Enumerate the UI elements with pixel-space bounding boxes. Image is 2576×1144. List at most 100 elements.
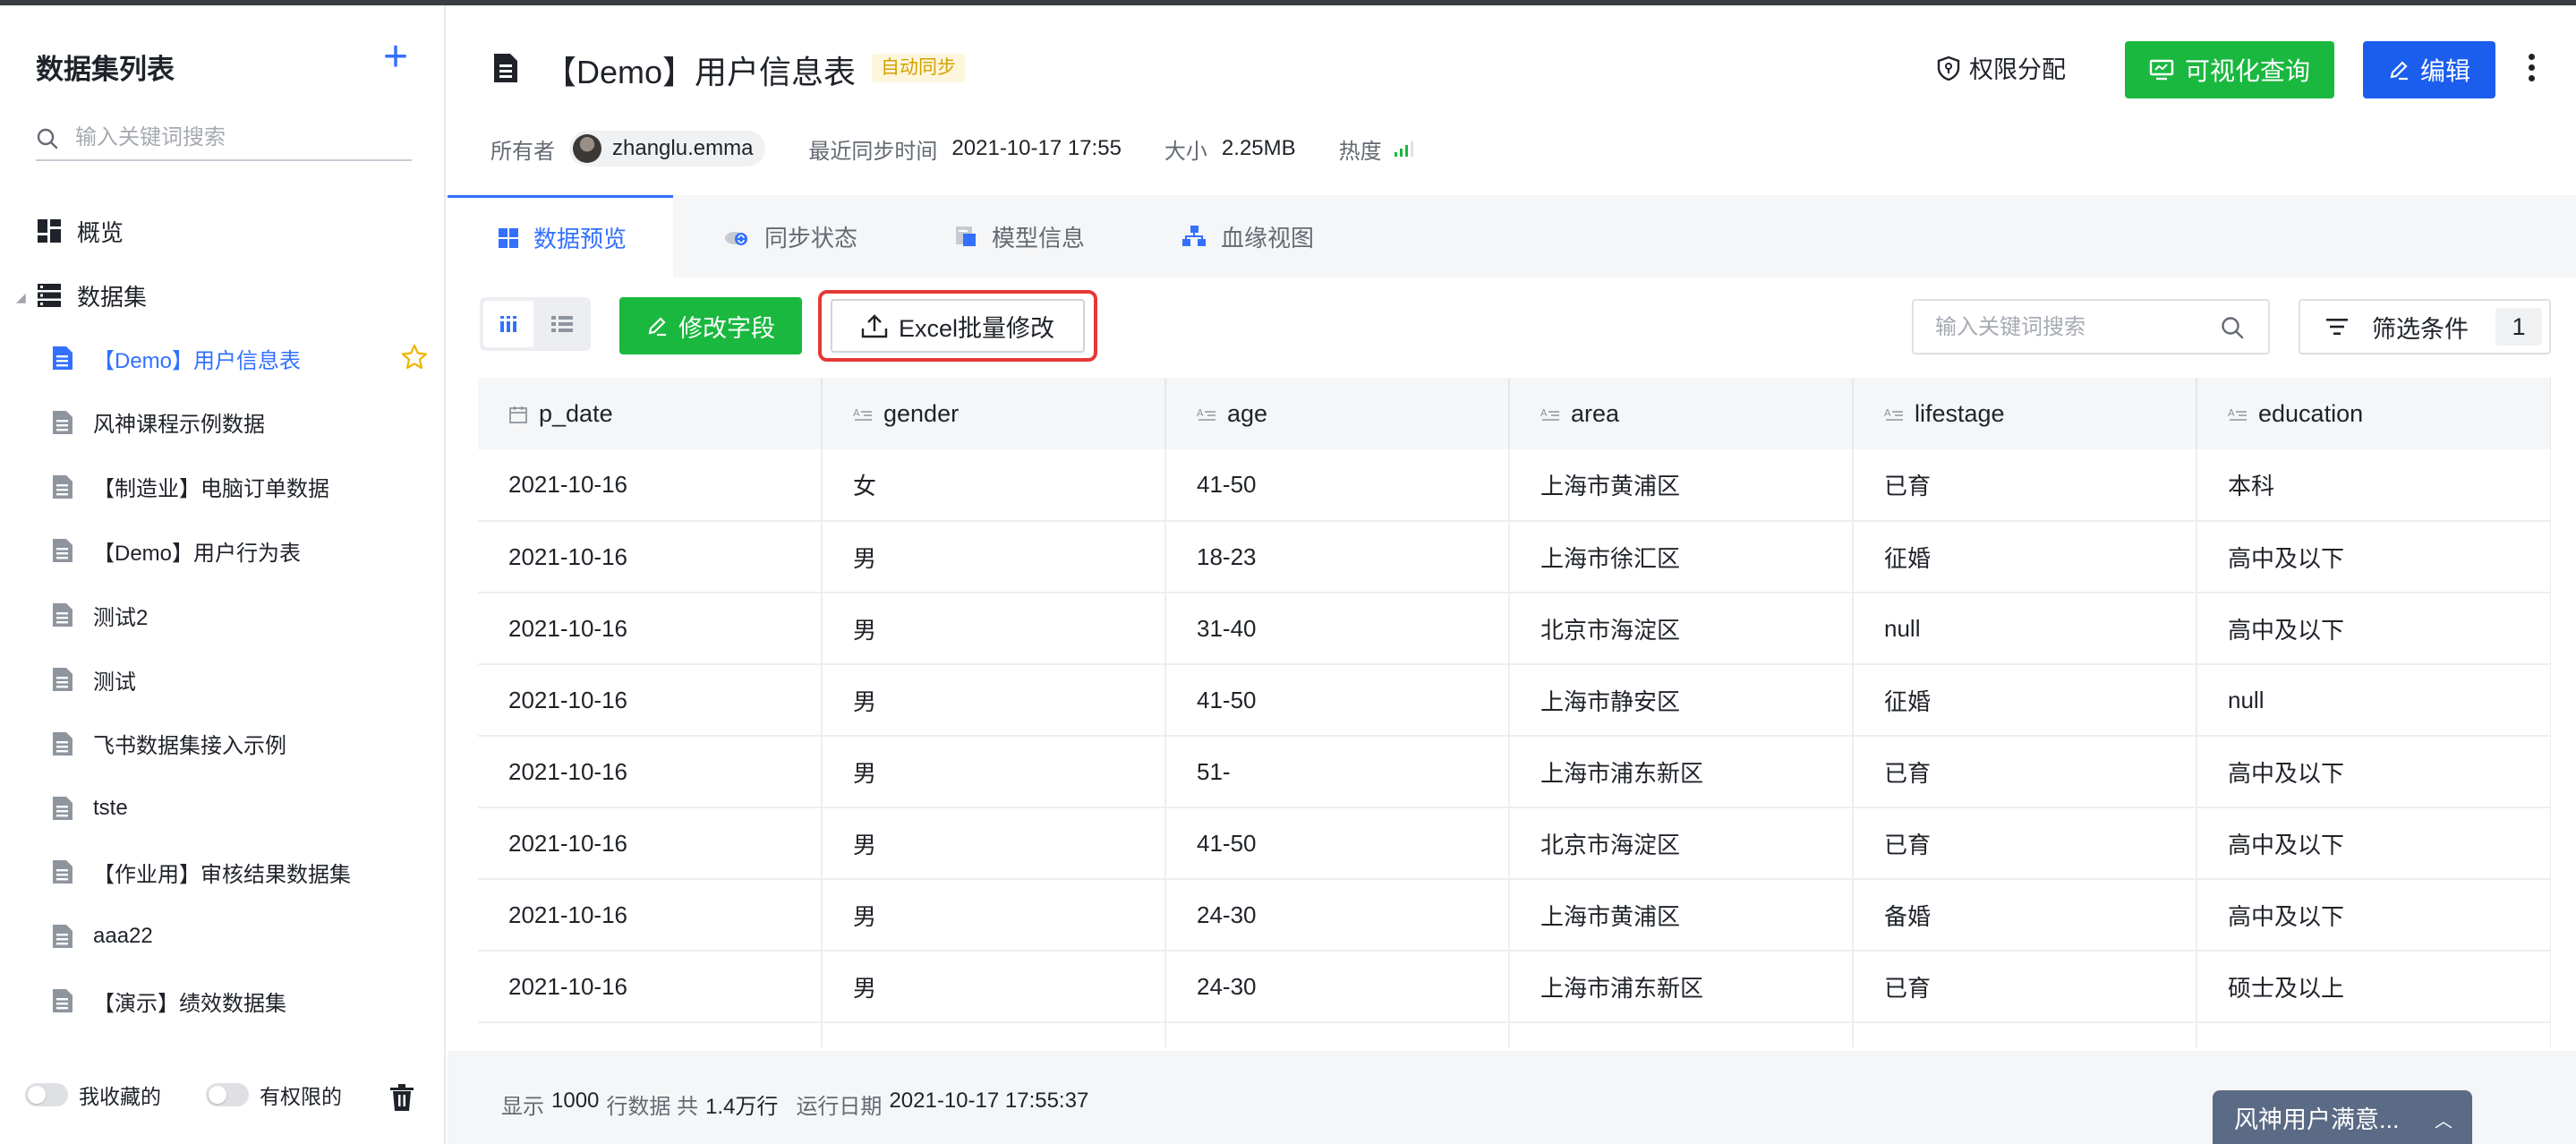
dataset-list-item[interactable]: 测试2 (52, 595, 428, 635)
text-type-icon: A (1197, 407, 1215, 422)
run-date: 2021-10-17 17:55:37 (889, 1089, 1089, 1113)
dataset-list-item[interactable]: 测试 (52, 660, 428, 699)
meta-row: 所有者 zhanglu.emma 最近同步时间 2021-10-17 17:55… (490, 131, 1416, 166)
table-cell: 备婚 (1853, 879, 2197, 952)
tab-lineage[interactable]: 血缘视图 (1131, 195, 1361, 277)
table-cell: 已育 (1853, 1022, 2197, 1047)
dataset-list-item[interactable]: 【Demo】用户信息表 (52, 338, 428, 378)
edit-fields-button[interactable]: 修改字段 (619, 297, 802, 354)
search-icon[interactable] (2220, 315, 2245, 340)
model-icon (954, 225, 977, 248)
collapse-caret-icon[interactable]: ◢ (16, 290, 26, 305)
lineage-icon (1181, 225, 1207, 248)
show-label: 显示 (501, 1095, 544, 1119)
dataset-list-item[interactable]: 【作业用】审核结果数据集 (52, 852, 428, 892)
excel-bulk-edit-button[interactable]: Excel批量修改 (831, 299, 1085, 353)
nav-datasets[interactable]: 数据集 (36, 276, 147, 315)
table-cell: 高中及以下 (2196, 736, 2551, 808)
table-cell: 北京市海淀区 (1509, 807, 1854, 880)
svg-text:A: A (1540, 407, 1548, 419)
tab-sync-status[interactable]: 同步状态 (673, 195, 904, 277)
dataset-list-item[interactable]: 【Demo】用户行为表 (52, 531, 428, 570)
list-view-icon[interactable] (537, 301, 587, 347)
tab-label: 血缘视图 (1221, 224, 1315, 252)
dataset-list-item[interactable]: 【演示】绩效数据集 (52, 981, 428, 1020)
table-row[interactable]: 2021-10-16 男 41-50 北京市海淀区 已育 高中及以下 (478, 807, 2551, 880)
column-header[interactable]: Aarea (1509, 378, 1854, 449)
column-view-icon[interactable] (483, 301, 533, 347)
star-icon[interactable] (401, 344, 428, 371)
edit-label: 编辑 (2419, 57, 2470, 85)
trash-icon[interactable] (388, 1083, 415, 1112)
sidebar-title: 数据集列表 (36, 54, 175, 85)
edit-button[interactable]: 编辑 (2363, 41, 2495, 98)
column-header[interactable]: Aage (1165, 378, 1510, 449)
dataset-doc-icon (53, 410, 73, 434)
permitted-toggle[interactable] (206, 1083, 249, 1106)
nav-overview[interactable]: 概览 (36, 211, 124, 251)
dataset-list-item[interactable]: 【制造业】电脑订单数据 (52, 467, 428, 507)
sidebar-search-input[interactable] (75, 122, 397, 154)
column-header[interactable]: p_date (478, 378, 823, 449)
more-menu-icon[interactable] (2526, 54, 2537, 90)
permission-button[interactable]: 权限分配 (1937, 50, 2066, 85)
add-dataset-icon[interactable]: + (378, 36, 414, 79)
filter-favorites[interactable]: 我收藏的 (25, 1080, 161, 1110)
column-header[interactable]: Agender (822, 378, 1166, 449)
grid-icon (498, 227, 519, 249)
filter-count-badge: 1 (2495, 308, 2542, 346)
table-row[interactable]: 2021-10-16男18-23上海市徐汇区已育本科 (478, 1022, 2551, 1047)
table-cell: 上海市浦东新区 (1509, 951, 1854, 1023)
column-header[interactable]: Alifestage (1853, 378, 2197, 449)
table-row[interactable]: 2021-10-16 男 51- 上海市浦东新区 已育 高中及以下 (478, 736, 2551, 808)
dataset-list-item[interactable]: 风神课程示例数据 (52, 403, 428, 442)
dataset-list-item[interactable]: 飞书数据集接入示例 (52, 724, 428, 764)
table-cell: 上海市黄浦区 (1509, 449, 1854, 522)
visual-query-button[interactable]: 可视化查询 (2125, 41, 2334, 98)
column-header[interactable]: Aeducation (2196, 378, 2551, 449)
dataset-list-item[interactable]: tste (52, 789, 428, 828)
table-cell: null (1853, 593, 2197, 665)
column-header-label: area (1571, 399, 1620, 427)
dataset-list-item[interactable]: aaa22 (52, 917, 428, 956)
table-cell: 2021-10-16 (478, 521, 823, 593)
filter-button[interactable]: 筛选条件 1 (2299, 299, 2551, 354)
table-search-input[interactable] (1935, 312, 2222, 344)
tab-label: 模型信息 (992, 224, 1086, 252)
table-row[interactable]: 2021-10-16 女 41-50 上海市黄浦区 已育 本科 (478, 449, 2551, 522)
pencil-icon (2390, 61, 2408, 81)
chevron-up-icon[interactable]: ︿ (2435, 1106, 2452, 1132)
table-row[interactable]: 2021-10-16 男 41-50 上海市静安区 征婚 null (478, 664, 2551, 737)
nav-overview-label: 概览 (77, 218, 124, 246)
survey-popup[interactable]: 风神用户满意... ︿ (2213, 1090, 2472, 1144)
owner-chip[interactable]: zhanglu.emma (569, 131, 766, 166)
table-row[interactable]: 2021-10-16 男 18-23 上海市徐汇区 征婚 高中及以下 (478, 521, 2551, 593)
table-row[interactable]: 2021-10-16 男 31-40 北京市海淀区 null 高中及以下 (478, 593, 2551, 665)
table-row[interactable]: 2021-10-16 男 24-30 上海市浦东新区 已育 硕士及以上 (478, 951, 2551, 1023)
size-label: 大小 (1164, 139, 1207, 164)
table-row[interactable]: 2021-10-16 男 24-30 上海市黄浦区 备婚 高中及以下 (478, 879, 2551, 952)
dataset-doc-icon (53, 668, 73, 691)
owner-name: zhanglu.emma (612, 136, 754, 160)
table-cell: 51- (1165, 736, 1510, 808)
sync-cloud-icon (723, 226, 750, 247)
avatar (573, 134, 601, 163)
sidebar: 数据集列表 + 概览 ◢ 数据集 【Demo】用户信息表风神课程示例数据【制造业… (0, 5, 446, 1144)
column-header-label: education (2258, 399, 2364, 427)
permission-label: 权限分配 (1969, 56, 2066, 83)
dataset-label: 飞书数据集接入示例 (93, 734, 286, 759)
table-cell: 上海市静安区 (1509, 664, 1854, 737)
favorites-toggle[interactable] (25, 1083, 68, 1106)
table-cell: 2021-10-16 (478, 664, 823, 737)
table-cell: 北京市海淀区 (1509, 593, 1854, 665)
dataset-doc-icon (53, 731, 73, 756)
tab-model-info[interactable]: 模型信息 (904, 195, 1131, 277)
dataset-label: 测试2 (93, 605, 149, 630)
sync-time-label: 最近同步时间 (808, 139, 938, 164)
text-type-icon: A (1884, 407, 1903, 422)
tab-data-preview[interactable]: 数据预览 (448, 195, 674, 277)
table-cell: 上海市徐汇区 (1509, 521, 1854, 593)
sidebar-search (36, 116, 412, 161)
filter-permitted[interactable]: 有权限的 (206, 1080, 342, 1110)
run-date-label: 运行日期 (796, 1095, 883, 1119)
